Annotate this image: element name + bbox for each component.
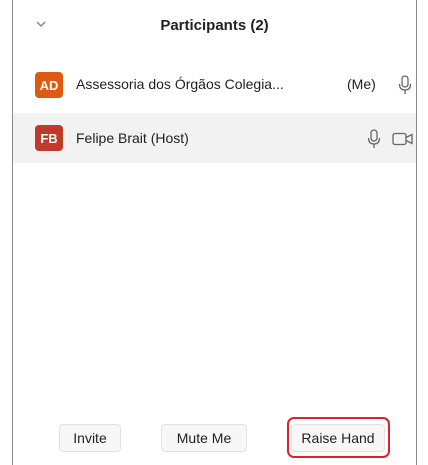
raise-hand-button[interactable]: Raise Hand [291,424,385,452]
participants-panel: Participants (2) AD Assessoria dos Órgão… [12,0,417,465]
participant-name: Felipe Brait (Host) [76,130,189,146]
me-tag: (Me) [347,76,376,92]
microphone-icon[interactable] [367,129,381,149]
mute-me-button[interactable]: Mute Me [161,424,247,452]
participant-row[interactable]: AD Assessoria dos Órgãos Colegia... (Me) [13,61,416,109]
avatar: FB [35,125,63,151]
invite-button[interactable]: Invite [59,424,121,452]
participant-row[interactable]: FB Felipe Brait (Host) [13,113,416,163]
panel-title: Participants (2) [160,17,269,34]
participant-name: Assessoria dos Órgãos Colegia... [76,76,284,92]
microphone-icon[interactable] [398,75,412,95]
panel-header: Participants (2) [13,0,416,56]
camera-icon[interactable] [392,132,414,146]
panel-footer: Invite Mute Me Raise Hand [13,413,416,465]
avatar: AD [35,72,63,98]
